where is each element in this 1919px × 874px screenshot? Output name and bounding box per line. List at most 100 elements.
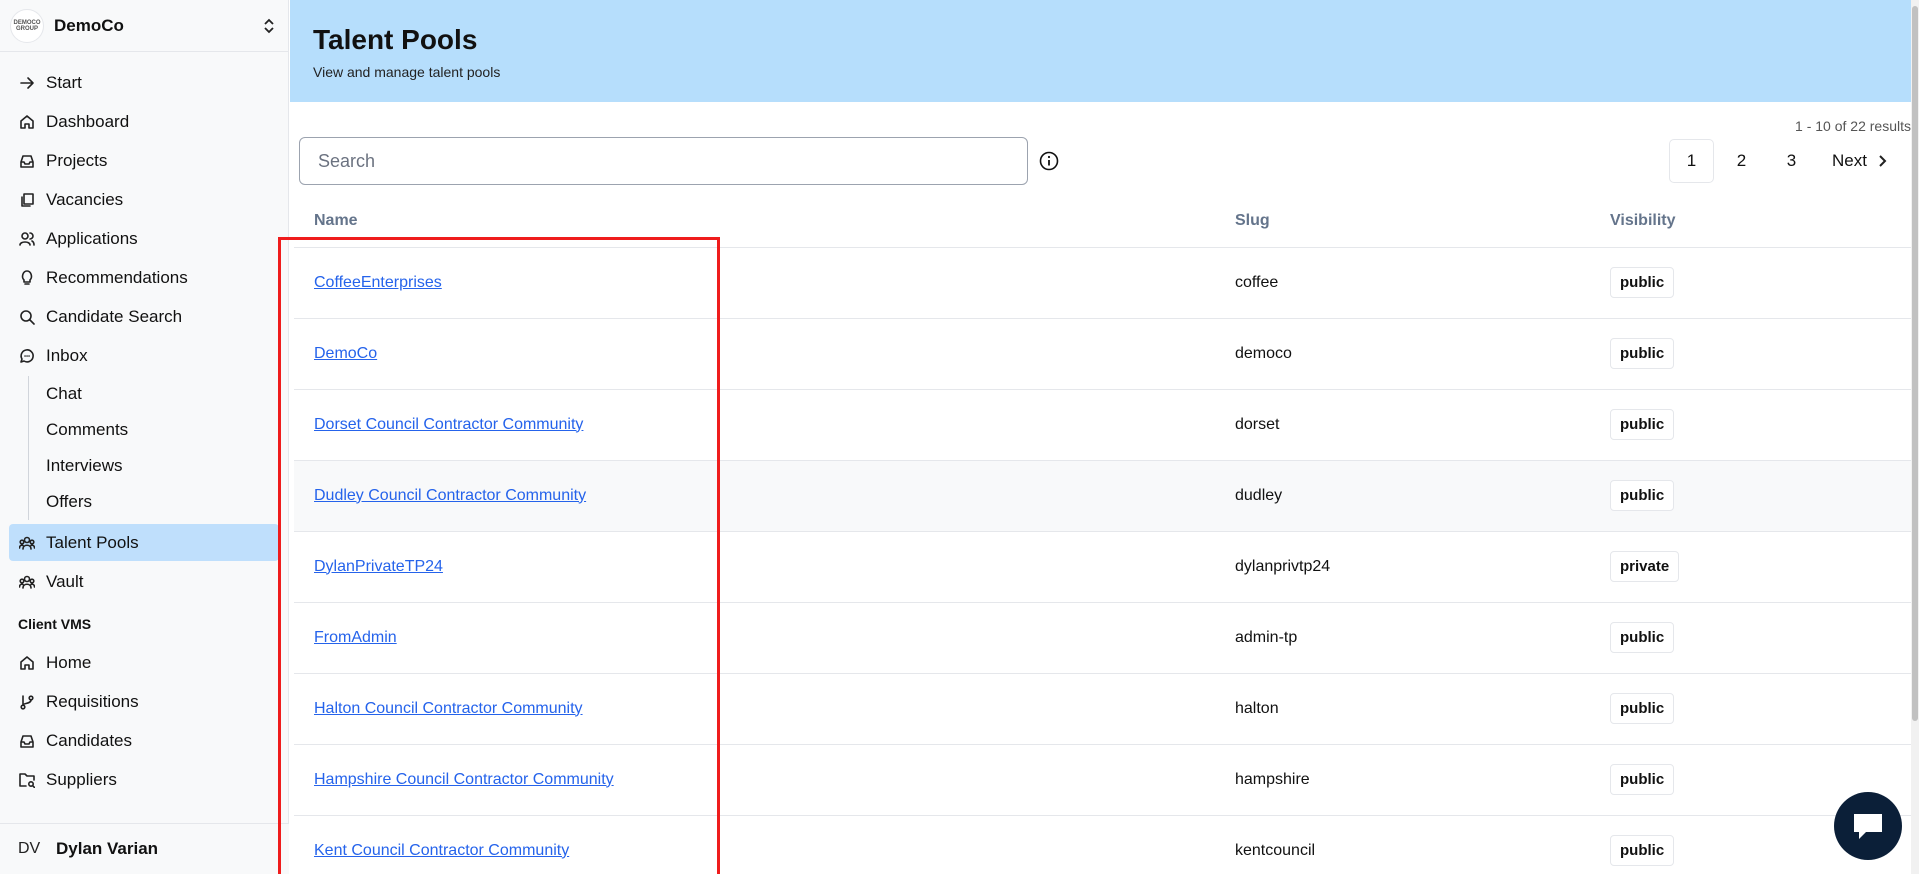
- pagination: 1 2 3 Next: [1664, 139, 1899, 183]
- pool-link[interactable]: DylanPrivateTP24: [314, 558, 443, 575]
- page-subtitle: View and manage talent pools: [313, 64, 501, 80]
- nav-item-comments[interactable]: Comments: [29, 412, 288, 448]
- nav-item-dashboard[interactable]: Dashboard: [9, 103, 279, 140]
- page-button-2[interactable]: 2: [1719, 139, 1764, 183]
- table-row: CoffeeEnterprises coffee public: [294, 247, 1913, 319]
- pool-link[interactable]: Kent Council Contractor Community: [314, 842, 569, 859]
- chat-bubble-icon: [1854, 814, 1882, 839]
- nav-item-requisitions[interactable]: Requisitions: [9, 683, 279, 720]
- chat-widget-button[interactable]: [1834, 792, 1902, 860]
- nav-item-interviews[interactable]: Interviews: [29, 448, 288, 484]
- search-input[interactable]: [299, 137, 1028, 185]
- cell-visibility: public: [1610, 673, 1913, 745]
- nav-item-offers[interactable]: Offers: [29, 484, 288, 520]
- nav-item-label: Recommendations: [46, 267, 188, 287]
- cell-name: Hampshire Council Contractor Community: [294, 744, 1235, 816]
- page-button-3[interactable]: 3: [1769, 139, 1814, 183]
- info-icon[interactable]: [1039, 151, 1059, 171]
- chevron-up-down-icon[interactable]: [262, 17, 276, 35]
- cell-slug: halton: [1235, 673, 1610, 745]
- cell-visibility: public: [1610, 460, 1913, 532]
- nav-item-chat[interactable]: Chat: [29, 376, 288, 412]
- pool-link[interactable]: DemoCo: [314, 345, 377, 362]
- nav-item-label: Candidate Search: [46, 306, 183, 326]
- nav-item-projects[interactable]: Projects: [9, 142, 279, 179]
- table-row: DemoCo democo public: [294, 318, 1913, 390]
- copy-icon: [19, 192, 35, 208]
- chevron-right-icon: [1879, 155, 1887, 167]
- nav-item-start[interactable]: Start: [9, 64, 279, 101]
- talent-pools-table: Name Slug Visibility CoffeeEnterprises c…: [294, 195, 1913, 874]
- nav-item-inbox[interactable]: Inbox: [9, 337, 279, 374]
- users-icon: [19, 231, 35, 247]
- next-page-button[interactable]: Next: [1814, 139, 1899, 183]
- cell-name: FromAdmin: [294, 602, 1235, 674]
- lightbulb-icon: [19, 269, 35, 286]
- nav-item-label: Vault: [46, 571, 84, 591]
- nav-item-talent-pools[interactable]: Talent Pools: [9, 524, 279, 561]
- column-header-slug[interactable]: Slug: [1235, 195, 1610, 248]
- cell-slug: dorset: [1235, 389, 1610, 461]
- cell-slug: kentcouncil: [1235, 815, 1610, 874]
- table-row: Hampshire Council Contractor Community h…: [294, 744, 1913, 816]
- visibility-badge: private: [1610, 551, 1680, 582]
- table-row: Dorset Council Contractor Community dors…: [294, 389, 1913, 461]
- page-scrollbar[interactable]: [1911, 0, 1919, 874]
- page-button-1[interactable]: 1: [1669, 139, 1715, 183]
- nav-item-candidate-search[interactable]: Candidate Search: [9, 298, 279, 335]
- cell-slug: dylanprivtp24: [1235, 531, 1610, 603]
- scrollbar-thumb[interactable]: [1912, 6, 1918, 721]
- org-logo-text: DEMOCO GROUP: [13, 19, 41, 32]
- cell-name: Dudley Council Contractor Community: [294, 460, 1235, 532]
- folder-search-icon: [19, 772, 35, 788]
- nav-item-label: Start: [46, 72, 82, 92]
- cell-name: Dorset Council Contractor Community: [294, 389, 1235, 461]
- org-logo: DEMOCO GROUP: [10, 8, 44, 43]
- next-page-label: Next: [1832, 151, 1867, 170]
- nav-item-label: Home: [46, 652, 92, 672]
- pool-link[interactable]: Dudley Council Contractor Community: [314, 487, 586, 504]
- cell-name: Halton Council Contractor Community: [294, 673, 1235, 745]
- page-header: Talent Pools View and manage talent pool…: [290, 0, 1919, 102]
- cell-slug: hampshire: [1235, 744, 1610, 816]
- table-row: FromAdmin admin-tp public: [294, 602, 1913, 674]
- column-header-visibility[interactable]: Visibility: [1610, 195, 1913, 248]
- arrow-right-icon: [19, 75, 35, 91]
- nav-item-vault[interactable]: Vault: [9, 563, 279, 600]
- cell-name: Kent Council Contractor Community: [294, 815, 1235, 874]
- column-header-name[interactable]: Name: [294, 195, 1235, 248]
- nav-item-suppliers[interactable]: Suppliers: [9, 761, 279, 798]
- table-header-row: Name Slug Visibility: [294, 195, 1913, 248]
- inbox-stack-icon: [19, 153, 35, 169]
- visibility-badge: public: [1610, 267, 1675, 298]
- visibility-badge: public: [1610, 835, 1675, 866]
- cell-visibility: public: [1610, 389, 1913, 461]
- visibility-badge: public: [1610, 409, 1675, 440]
- pool-link[interactable]: FromAdmin: [314, 629, 397, 646]
- main-content: Talent Pools View and manage talent pool…: [290, 0, 1919, 874]
- message-circle-icon: [19, 348, 35, 364]
- visibility-badge: public: [1610, 693, 1675, 724]
- pool-link[interactable]: Dorset Council Contractor Community: [314, 416, 583, 433]
- nav-item-label: Projects: [46, 150, 108, 170]
- nav-item-label: Requisitions: [46, 691, 139, 711]
- org-switcher[interactable]: DEMOCO GROUP DemoCo: [0, 0, 288, 52]
- pool-link[interactable]: Hampshire Council Contractor Community: [314, 771, 614, 788]
- cell-name: DemoCo: [294, 318, 1235, 390]
- group-icon: [19, 535, 35, 551]
- nav-item-home[interactable]: Home: [9, 644, 279, 681]
- nav-item-label: Dashboard: [46, 111, 130, 131]
- visibility-badge: public: [1610, 622, 1675, 653]
- pool-link[interactable]: CoffeeEnterprises: [314, 274, 442, 291]
- cell-visibility: public: [1610, 602, 1913, 674]
- org-name: DemoCo: [54, 15, 124, 35]
- pool-link[interactable]: Halton Council Contractor Community: [314, 700, 583, 717]
- nav-item-applications[interactable]: Applications: [9, 220, 279, 257]
- main-nav: Start Dashboard Projects Vacancies Appli…: [0, 52, 288, 798]
- nav-item-vacancies[interactable]: Vacancies: [9, 181, 279, 218]
- page-title: Talent Pools: [313, 24, 478, 55]
- nav-item-candidates[interactable]: Candidates: [9, 722, 279, 759]
- visibility-badge: public: [1610, 480, 1675, 511]
- nav-item-recommendations[interactable]: Recommendations: [9, 259, 279, 296]
- user-menu[interactable]: DV Dylan Varian: [0, 823, 289, 874]
